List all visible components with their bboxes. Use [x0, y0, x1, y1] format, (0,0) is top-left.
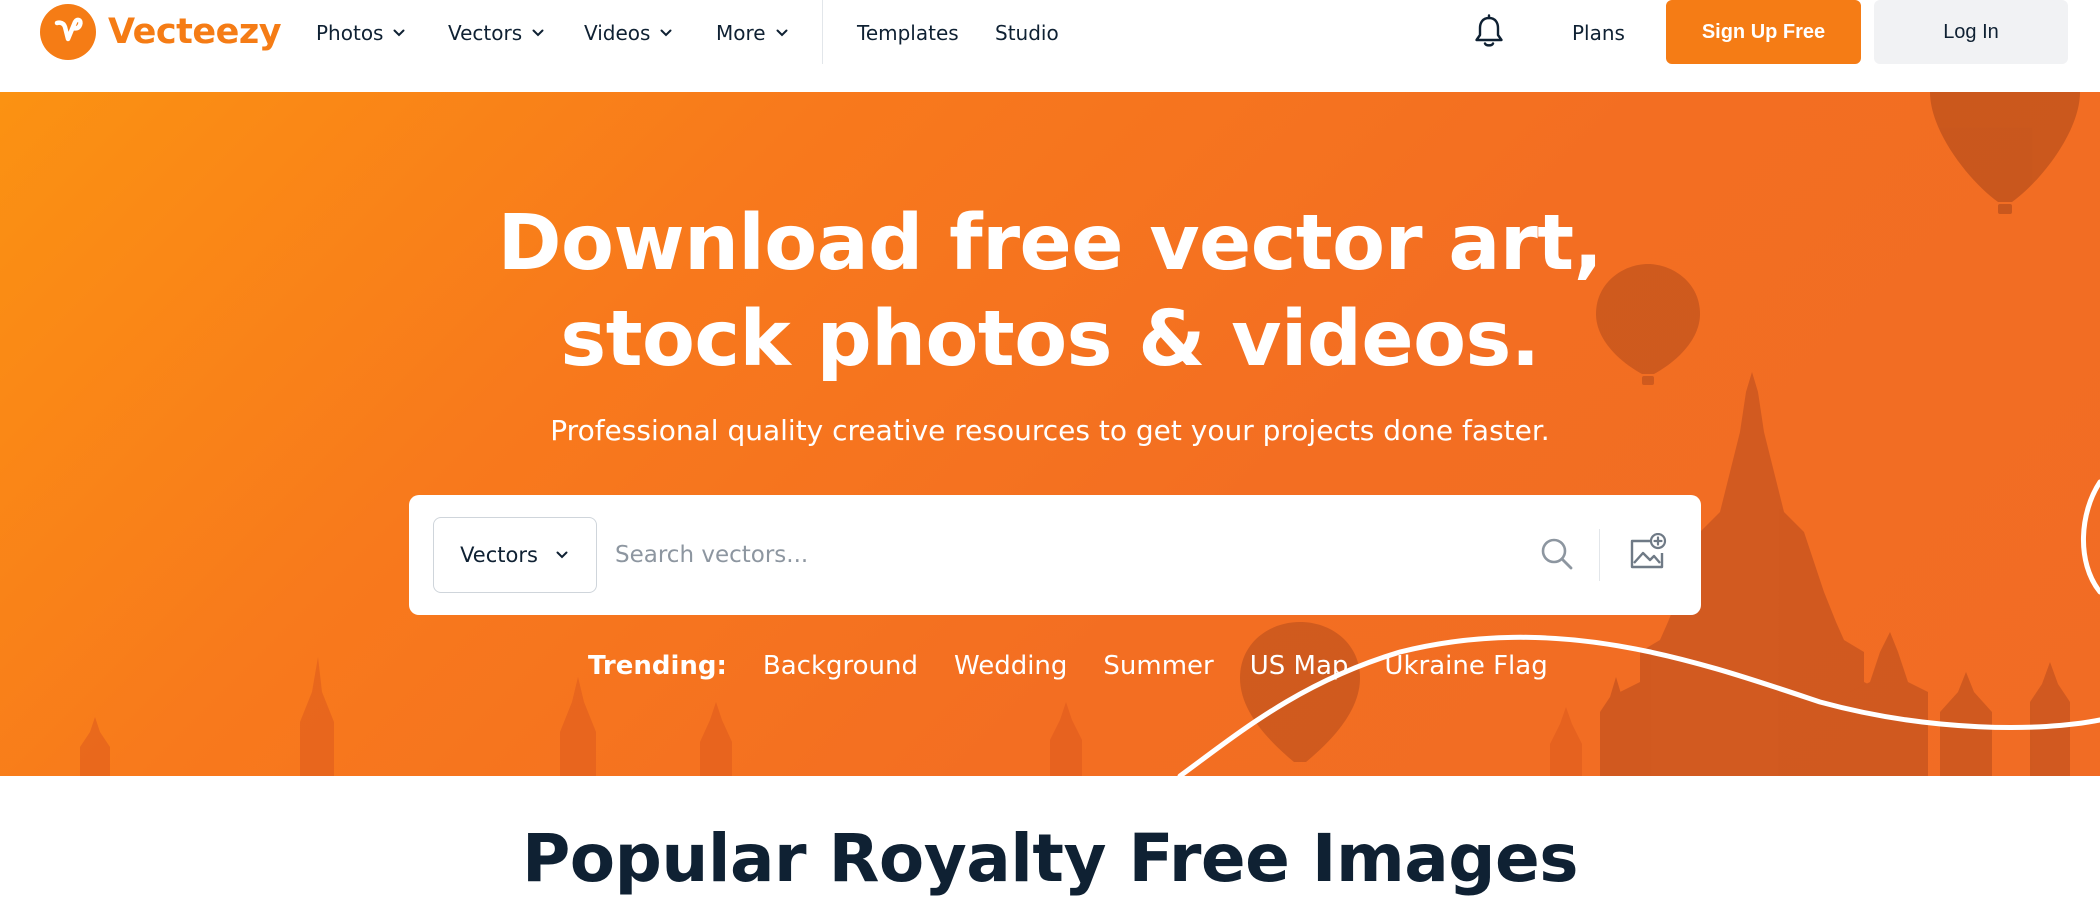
asset-type-select[interactable]: Vectors [433, 517, 597, 593]
log-in-button[interactable]: Log In [1874, 0, 2068, 64]
nav-vectors-label: Vectors [448, 21, 523, 45]
nav-more-label: More [716, 21, 766, 45]
search-icon[interactable] [1540, 537, 1574, 571]
nav-videos[interactable]: Videos [584, 18, 674, 48]
chevron-down-icon [391, 25, 407, 41]
nav-photos-label: Photos [316, 21, 384, 45]
section-title: Popular Royalty Free Images [521, 820, 1579, 897]
trending-link[interactable]: US Map [1250, 651, 1349, 681]
nav-studio-label: Studio [995, 21, 1059, 45]
bell-icon[interactable] [1472, 14, 1506, 50]
trending-link[interactable]: Ukraine Flag [1384, 651, 1547, 681]
hero-title-line-2: stock photos & videos. [560, 295, 1540, 384]
trending-link[interactable]: Wedding [954, 651, 1067, 681]
chevron-down-icon [530, 25, 546, 41]
plans-link[interactable]: Plans [1572, 18, 1625, 48]
hero-subtitle: Professional quality creative resources … [550, 414, 1550, 447]
nav-studio[interactable]: Studio [995, 18, 1059, 48]
hero-title-line-1: Download free vector art, [497, 199, 1603, 288]
trending-link[interactable]: Summer [1103, 651, 1213, 681]
nav-videos-label: Videos [584, 21, 651, 45]
nav-templates-label: Templates [857, 21, 959, 45]
chevron-down-icon [554, 547, 570, 563]
nav-vectors[interactable]: Vectors [448, 18, 546, 48]
asset-type-value: Vectors [460, 543, 538, 567]
trending-searches: Trending: Background Wedding Summer US M… [588, 646, 1584, 686]
search-input[interactable] [615, 525, 1515, 585]
sign-up-button[interactable]: Sign Up Free [1666, 0, 1861, 64]
top-navigation: Vecteezy Photos Vectors Videos More Temp… [0, 0, 2100, 92]
brand-name: Vecteezy [108, 12, 282, 52]
trending-label: Trending: [588, 651, 727, 681]
search-bar: Vectors [409, 495, 1701, 615]
nav-more[interactable]: More [716, 18, 790, 48]
chevron-down-icon [658, 25, 674, 41]
nav-templates[interactable]: Templates [857, 18, 959, 48]
trending-link[interactable]: Background [763, 651, 918, 681]
image-search-icon[interactable] [1628, 532, 1668, 573]
hero-banner: Download free vector art, stock photos &… [0, 92, 2100, 776]
hero-title: Download free vector art, stock photos &… [0, 196, 2100, 388]
nav-divider [822, 0, 823, 64]
nav-photos[interactable]: Photos [316, 18, 407, 48]
vecteezy-v-icon [40, 4, 96, 60]
vecteezy-logo[interactable]: Vecteezy [40, 2, 282, 62]
chevron-down-icon [774, 25, 790, 41]
search-divider [1599, 529, 1600, 581]
